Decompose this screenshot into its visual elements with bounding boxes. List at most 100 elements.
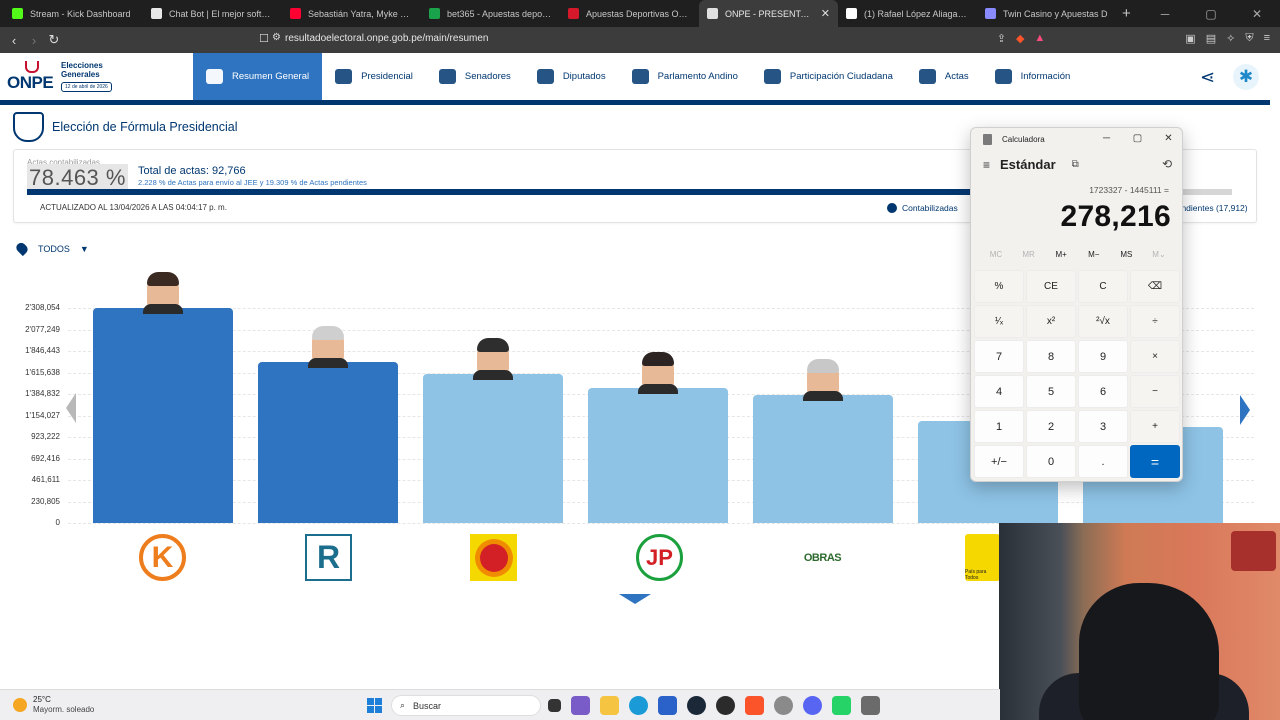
windows-start-icon[interactable] — [367, 698, 382, 713]
calc-key[interactable]: CE — [1026, 270, 1076, 303]
menu-icon[interactable]: ≡ — [1264, 32, 1270, 45]
calc-key[interactable]: C — [1078, 270, 1128, 303]
share-page-icon[interactable]: ⇪ — [997, 32, 1006, 45]
calc-key[interactable]: = — [1130, 445, 1180, 478]
settings-icon[interactable] — [774, 696, 793, 715]
browser-tab[interactable]: Apuestas Deportivas Online | — [560, 0, 699, 27]
menu-item-4[interactable]: Diputados — [524, 53, 619, 100]
candidate-bar[interactable] — [588, 388, 728, 523]
browser-tab[interactable]: Sebastián Yatra, Myke Towers — [282, 0, 421, 27]
calc-key[interactable]: +/− — [974, 445, 1024, 478]
taskbar-search[interactable]: ⌕ Buscar — [391, 695, 541, 716]
calc-close-icon[interactable]: ✕ — [1153, 128, 1182, 150]
chart-next-arrow-icon[interactable] — [1240, 395, 1250, 425]
steam-icon[interactable] — [687, 696, 706, 715]
new-tab-icon[interactable]: + — [1122, 5, 1131, 22]
menu-item-8[interactable]: Información — [982, 53, 1084, 100]
menu-item-1[interactable]: Resumen General — [193, 53, 323, 100]
site-info-icon[interactable]: ⚙ — [272, 32, 281, 43]
calc-key[interactable]: ⌫ — [1130, 270, 1180, 303]
calc-key[interactable]: 3 — [1078, 410, 1128, 443]
candidate-bar[interactable] — [93, 308, 233, 523]
party-logo-obras[interactable]: OBRAS — [800, 534, 845, 581]
edge-icon[interactable] — [629, 696, 648, 715]
calc-key[interactable]: ÷ — [1130, 305, 1180, 338]
forward-icon[interactable]: › — [24, 33, 44, 48]
calc-key[interactable]: × — [1130, 340, 1180, 373]
calc-key[interactable]: 1 — [974, 410, 1024, 443]
reload-icon[interactable]: ↻ — [44, 32, 64, 48]
memory-button[interactable]: MR — [1015, 250, 1043, 259]
keep-on-top-icon[interactable]: ⧉ — [1072, 159, 1079, 170]
calc-key[interactable]: 5 — [1026, 375, 1076, 408]
brave-icon[interactable] — [745, 696, 764, 715]
calc-key[interactable]: ²√x — [1078, 305, 1128, 338]
widgets-app-icon[interactable] — [571, 696, 590, 715]
candidate-bar[interactable] — [753, 395, 893, 523]
close-tab-icon[interactable]: ✕ — [821, 7, 830, 20]
candidate-bar[interactable] — [258, 362, 398, 523]
history-icon[interactable]: ⟲ — [1162, 157, 1172, 171]
discord-icon[interactable] — [803, 696, 822, 715]
calc-minimize-icon[interactable]: ─ — [1091, 128, 1122, 150]
accessibility-icon[interactable]: ✱ — [1233, 64, 1259, 90]
party-logo-jp[interactable]: JP — [636, 534, 683, 581]
menu-item-7[interactable]: Actas — [906, 53, 982, 100]
calc-key[interactable]: ¹⁄ₓ — [974, 305, 1024, 338]
memory-button[interactable]: MS — [1112, 250, 1140, 259]
memory-button[interactable]: MC — [982, 250, 1010, 259]
memory-button[interactable]: M− — [1080, 250, 1108, 259]
close-window-icon[interactable]: ✕ — [1234, 7, 1280, 21]
menu-item-5[interactable]: Parlamento Andino — [619, 53, 751, 100]
minimize-icon[interactable]: ─ — [1142, 7, 1188, 21]
calc-key[interactable]: 7 — [974, 340, 1024, 373]
calc-key[interactable]: 4 — [974, 375, 1024, 408]
browser-tab[interactable]: Stream - Kick Dashboard — [4, 0, 143, 27]
browser-tab[interactable]: ONPE - PRESENTACIÓN D ✕ — [699, 0, 838, 27]
whatsapp-icon[interactable] — [832, 696, 851, 715]
browser-tab[interactable]: Chat Bot | El mejor software p — [143, 0, 282, 27]
brave-shield-icon[interactable]: ◆ — [1016, 32, 1024, 45]
leo-icon[interactable]: ✧ — [1226, 32, 1235, 45]
address-bar[interactable]: resultadoelectoral.onpe.gob.pe/main/resu… — [285, 33, 488, 44]
calc-key[interactable]: 0 — [1026, 445, 1076, 478]
menu-item-6[interactable]: Participación Ciudadana — [751, 53, 906, 100]
browser-tab[interactable]: bet365 - Apuestas deportivas — [421, 0, 560, 27]
sidebar-icon[interactable]: ▣ — [1185, 32, 1195, 45]
calc-key[interactable]: + — [1130, 410, 1180, 443]
obs-icon[interactable] — [716, 696, 735, 715]
party-logo-pais[interactable]: País para Todos — [965, 534, 1000, 581]
menu-item-3[interactable]: Senadores — [426, 53, 524, 100]
region-filter[interactable]: TODOS ▼ — [14, 240, 89, 257]
rewards-icon[interactable]: ▲ — [1034, 32, 1045, 45]
back-icon[interactable]: ‹ — [4, 33, 24, 48]
chart-prev-arrow-icon[interactable] — [66, 393, 76, 423]
browser-tab[interactable]: (1) Rafael López Aliaga (@rlop — [838, 0, 977, 27]
calc-key[interactable]: 2 — [1026, 410, 1076, 443]
candidate-bar[interactable] — [423, 373, 563, 523]
party-logo-r[interactable]: R — [305, 534, 352, 581]
calculator-taskbar-icon[interactable] — [861, 696, 880, 715]
calc-key[interactable]: 9 — [1078, 340, 1128, 373]
calc-key[interactable]: 8 — [1026, 340, 1076, 373]
calc-key[interactable]: % — [974, 270, 1024, 303]
calc-key[interactable]: . — [1078, 445, 1128, 478]
calc-maximize-icon[interactable]: ▢ — [1122, 128, 1153, 150]
store-icon[interactable] — [658, 696, 677, 715]
bookmark-icon[interactable]: ☐ — [259, 32, 269, 45]
calc-key[interactable]: x² — [1026, 305, 1076, 338]
party-logo-sun[interactable] — [470, 534, 517, 581]
vpn-icon[interactable]: ⛨ — [1245, 32, 1253, 45]
party-logo-k[interactable]: K — [139, 534, 186, 581]
memory-button[interactable]: M⌄ — [1145, 250, 1173, 259]
hamburger-menu-icon[interactable]: ≡ — [983, 158, 990, 172]
browser-tab[interactable]: Twin Casino y Apuestas D — [977, 0, 1116, 27]
onpe-logo[interactable]: ONPE Elecciones Generales 12 de abril de… — [7, 59, 117, 95]
calc-key[interactable]: − — [1130, 375, 1180, 408]
menu-item-2[interactable]: Presidencial — [322, 53, 426, 100]
weather-widget[interactable]: 25°C Mayorm. soleado — [13, 695, 94, 715]
task-view-icon[interactable] — [548, 699, 561, 712]
share-icon[interactable]: ⋖ — [1200, 67, 1215, 88]
memory-button[interactable]: M+ — [1047, 250, 1075, 259]
maximize-icon[interactable]: ▢ — [1188, 7, 1234, 21]
